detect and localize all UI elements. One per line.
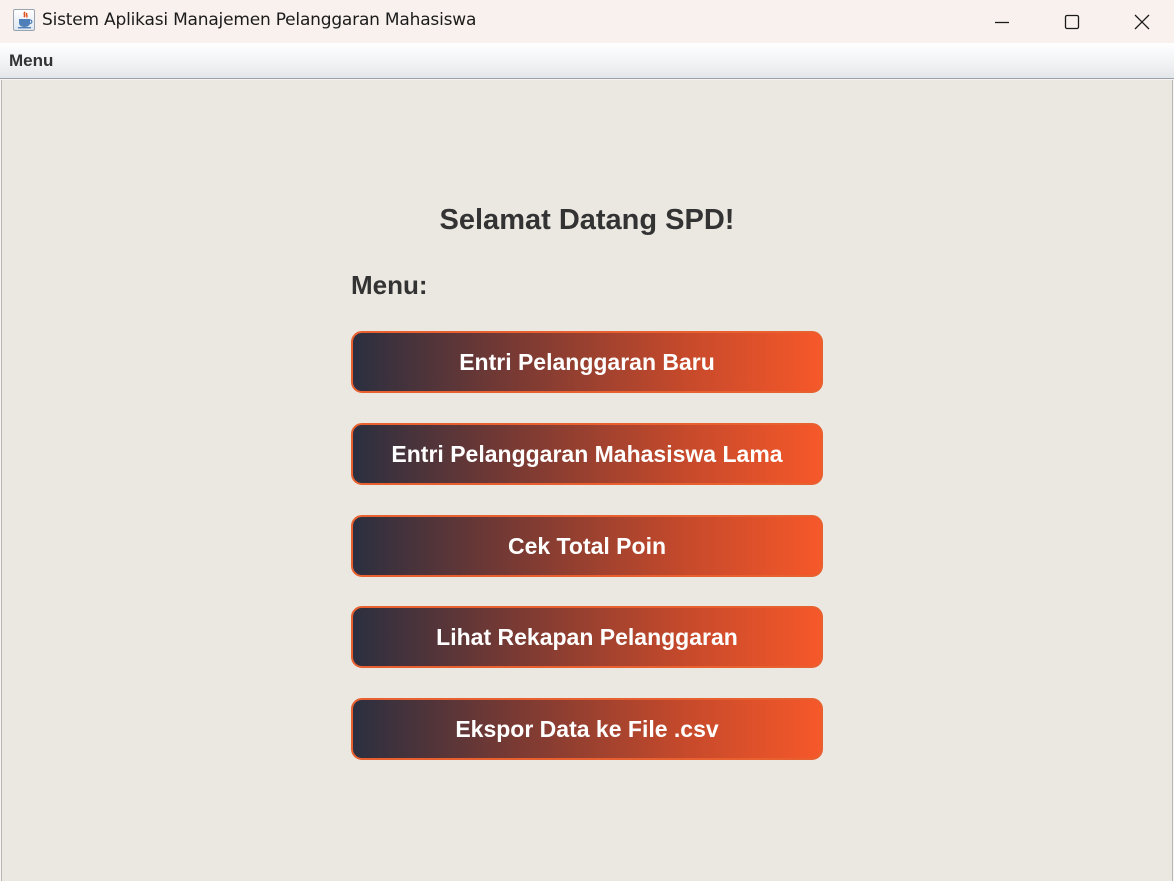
menu-bar: Menu <box>0 43 1174 79</box>
export-csv-button[interactable]: Ekspor Data ke File .csv <box>351 698 823 760</box>
close-icon <box>1134 14 1150 29</box>
welcome-heading: Selamat Datang SPD! <box>439 204 735 236</box>
minimize-button[interactable] <box>967 0 1037 43</box>
close-button[interactable] <box>1107 0 1174 43</box>
view-violation-recap-button[interactable]: Lihat Rekapan Pelanggaran <box>351 606 823 668</box>
check-total-points-button[interactable]: Cek Total Poin <box>351 515 823 577</box>
existing-student-violation-entry-button[interactable]: Entri Pelanggaran Mahasiswa Lama <box>351 423 823 485</box>
menu-label: Menu: <box>351 270 428 300</box>
app-window: Sistem Aplikasi Manajemen Pelanggaran Ma… <box>0 0 1174 881</box>
window-title: Sistem Aplikasi Manajemen Pelanggaran Ma… <box>42 10 477 30</box>
java-coffee-icon <box>13 9 35 31</box>
new-violation-entry-button[interactable]: Entri Pelanggaran Baru <box>351 331 823 393</box>
maximize-button[interactable] <box>1037 0 1107 43</box>
menu-item-menu[interactable]: Menu <box>6 50 56 72</box>
minimize-icon <box>995 21 1009 23</box>
maximize-icon <box>1064 14 1080 29</box>
title-bar[interactable]: Sistem Aplikasi Manajemen Pelanggaran Ma… <box>0 0 1174 43</box>
